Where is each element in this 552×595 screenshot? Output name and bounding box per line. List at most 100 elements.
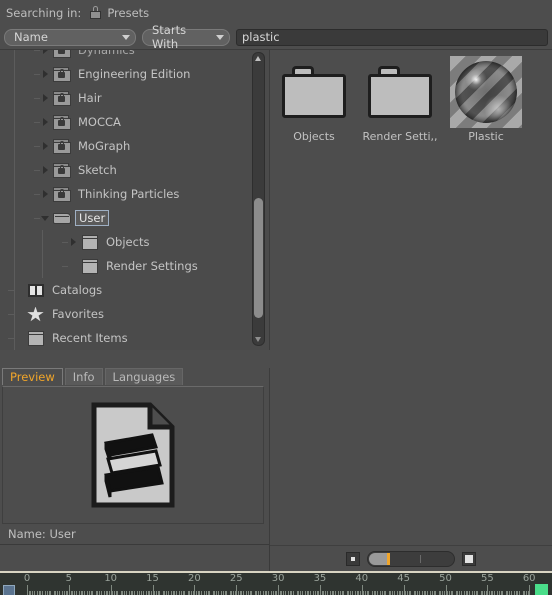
tree-item-label: Sketch <box>78 163 117 177</box>
ruler-minor-tick <box>502 591 504 595</box>
tree-item-render-settings[interactable]: Render Settings <box>0 254 252 278</box>
ruler-minor-tick <box>494 591 496 595</box>
timeline-playhead[interactable] <box>3 585 15 595</box>
tree-item-user[interactable]: User <box>0 206 252 230</box>
no-arrow-spacer <box>15 285 25 295</box>
locked-folder-icon <box>53 162 71 178</box>
ruler-minor-tick <box>385 591 387 595</box>
folder-icon <box>81 258 99 274</box>
ruler-minor-tick <box>100 591 102 595</box>
tree-item-mocca[interactable]: MOCCA <box>0 110 252 134</box>
locked-folder-icon <box>53 138 71 154</box>
ruler-minor-tick <box>460 591 462 595</box>
expand-arrow-icon[interactable] <box>41 141 51 151</box>
tree-item-label: Engineering Edition <box>78 67 191 81</box>
expand-arrow-icon[interactable] <box>69 237 79 247</box>
content-item-label: Objects <box>293 130 335 143</box>
ruler-minor-tick <box>468 591 470 595</box>
tree-item-label: MOCCA <box>78 115 121 129</box>
tree-item-label: Hair <box>78 91 102 105</box>
expand-arrow-icon[interactable] <box>41 93 51 103</box>
timeline-end-marker[interactable] <box>535 584 548 595</box>
expand-arrow-icon[interactable] <box>41 117 51 127</box>
content-item[interactable]: Objects <box>274 56 354 143</box>
ruler-minor-tick <box>50 591 52 595</box>
ruler-minor-tick <box>142 591 144 595</box>
tab-preview[interactable]: Preview <box>2 368 63 385</box>
tree-item-hair[interactable]: Hair <box>0 86 252 110</box>
tree-item-thinking-particles[interactable]: Thinking Particles <box>0 182 252 206</box>
tree-connector <box>34 169 40 171</box>
large-thumbnail-icon[interactable] <box>462 552 476 566</box>
tree-item-label: Thinking Particles <box>78 187 180 201</box>
tree-item-label: Favorites <box>52 307 104 321</box>
tree-item-recent-items[interactable]: Recent Items <box>0 326 252 350</box>
collapse-arrow-icon[interactable] <box>41 213 51 223</box>
ruler-label: 20 <box>188 573 201 584</box>
tree-item-favorites[interactable]: Favorites <box>0 302 252 326</box>
ruler-minor-tick <box>134 591 136 595</box>
tree-item-engineering-edition[interactable]: Engineering Edition <box>0 62 252 86</box>
content-item-thumbnail <box>447 56 525 128</box>
tree-item-catalogs[interactable]: Catalogs <box>0 278 252 302</box>
ruler-minor-tick <box>67 591 69 595</box>
ruler-minor-tick <box>83 591 85 595</box>
ruler-minor-tick <box>259 591 261 595</box>
tab-info[interactable]: Info <box>64 368 103 385</box>
content-item[interactable]: Render Setti,, <box>360 56 440 143</box>
ruler-minor-tick <box>293 591 295 595</box>
tree-item-label: Render Settings <box>106 259 198 273</box>
filter-operator-dropdown[interactable]: Starts With <box>142 23 230 51</box>
ruler-minor-tick <box>192 591 194 595</box>
ruler-label: 40 <box>355 573 369 584</box>
locked-folder-icon <box>53 114 71 130</box>
chevron-down-icon <box>122 34 130 40</box>
expand-arrow-icon[interactable] <box>41 189 51 199</box>
preview-panel: Preview Info Languages Name: User <box>0 368 270 545</box>
tree-connector <box>62 241 68 243</box>
tree-item-sketch[interactable]: Sketch <box>0 158 252 182</box>
content-item-thumbnail <box>275 56 353 128</box>
ruler-minor-tick <box>477 591 479 595</box>
slider-knob[interactable] <box>387 553 390 565</box>
content-item[interactable]: Plastic <box>446 56 526 143</box>
chevron-down-icon <box>216 34 224 40</box>
folder-tree-list: Dynamics Engineering Edition Hair MOCCA MoGr… <box>0 50 252 350</box>
ruler-minor-tick <box>209 591 211 595</box>
ruler-minor-tick <box>167 591 169 595</box>
folder-icon <box>282 66 346 118</box>
folder-tree-panel[interactable]: Dynamics Engineering Edition Hair MOCCA MoGr… <box>0 49 270 350</box>
timeline-ruler[interactable]: 0 5 10 15 20 25 30 35 40 45 50 55 60 <box>0 571 552 595</box>
tree-item-dynamics[interactable]: Dynamics <box>0 50 252 62</box>
tree-vertical-scrollbar[interactable] <box>252 52 265 346</box>
ruler-minor-tick <box>427 591 429 595</box>
expand-arrow-icon[interactable] <box>41 50 51 55</box>
ruler-minor-tick <box>117 591 119 595</box>
search-input[interactable] <box>236 28 548 46</box>
thumbnail-size-slider[interactable] <box>367 551 455 567</box>
small-thumbnail-icon[interactable] <box>346 552 360 566</box>
content-item-label: Render Setti,, <box>362 130 438 143</box>
scroll-down-icon[interactable] <box>253 334 264 345</box>
content-items-panel[interactable]: Objects Render Setti,, Plastic <box>270 49 552 546</box>
expand-arrow-icon[interactable] <box>41 165 51 175</box>
tree-item-objects[interactable]: Objects <box>0 230 252 254</box>
vertical-scroll-thumb[interactable] <box>254 198 263 318</box>
locked-folder-icon <box>53 90 71 106</box>
expand-arrow-icon[interactable] <box>41 69 51 79</box>
ruler-minor-tick <box>360 591 362 595</box>
ruler-label: 50 <box>439 573 452 584</box>
content-item-label: Plastic <box>468 130 504 143</box>
ruler-label: 45 <box>397 573 411 584</box>
tree-item-mograph[interactable]: MoGraph <box>0 134 252 158</box>
lock-icon <box>89 6 102 19</box>
tree-connector <box>34 145 40 147</box>
tree-connector <box>34 50 40 51</box>
searching-in-label: Searching in: <box>6 5 82 20</box>
ruler-minor-tick <box>150 591 152 595</box>
filter-field-dropdown[interactable]: Name <box>4 28 136 46</box>
ruler-minor-tick <box>226 591 228 595</box>
scroll-up-icon[interactable] <box>253 53 264 64</box>
ruler-minor-tick <box>42 591 44 595</box>
tab-languages[interactable]: Languages <box>104 368 184 385</box>
